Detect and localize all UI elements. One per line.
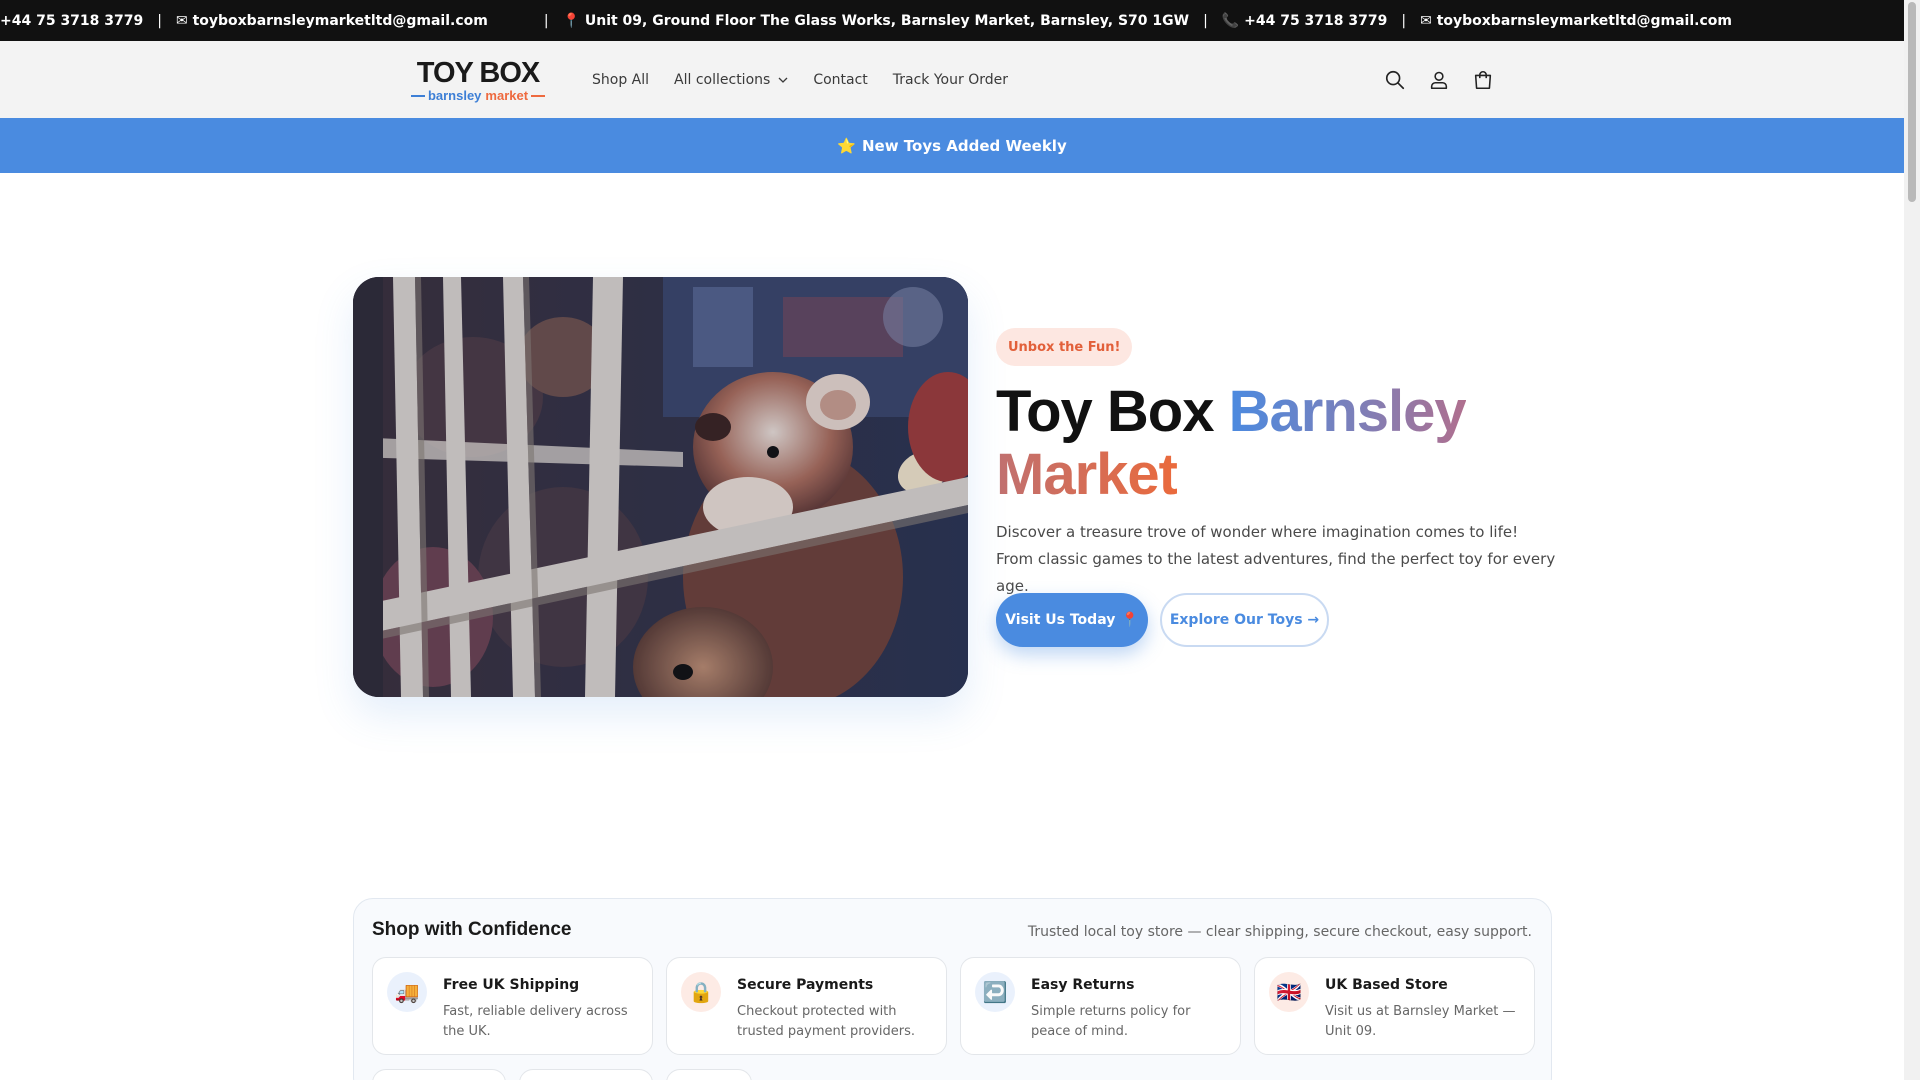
card-stub (666, 1069, 752, 1080)
visit-us-button[interactable]: Visit Us Today 📍 (996, 593, 1148, 647)
more-cards-row (372, 1069, 752, 1080)
hero-title-part: Market (996, 442, 1178, 507)
card-stub (372, 1069, 506, 1080)
nav-all-collections[interactable]: All collections (674, 72, 788, 88)
feature-card-title: UK Based Store (1325, 977, 1448, 993)
topbar-separator: | (1203, 12, 1208, 29)
feature-card-title: Secure Payments (737, 977, 874, 993)
store-logo[interactable]: TOY BOX barnsley market (408, 59, 548, 103)
hero-title: Toy Box Barnsley Market (996, 380, 1556, 506)
site-header: TOY BOX barnsley market Shop All All col… (0, 41, 1904, 118)
cart-icon[interactable] (1472, 69, 1494, 91)
feature-cards: 🚚 Free UK Shipping Fast, reliable delive… (372, 957, 1535, 1055)
logo-main-text: TOY BOX (416, 57, 540, 89)
search-icon[interactable] (1384, 69, 1406, 91)
hero-badge: Unbox the Fun! (996, 328, 1133, 366)
topbar-separator: | (157, 12, 162, 29)
confidence-subtitle: Trusted local toy store — clear shipping… (1027, 924, 1532, 940)
confidence-title: Shop with Confidence (372, 919, 572, 940)
main-nav: Shop All All collections Contact Track Y… (592, 41, 1033, 118)
topbar-phone[interactable]: +44 75 3718 3779 (0, 13, 143, 29)
topbar-email[interactable]: ✉ toyboxbarnsleymarketltd@gmail.com (1420, 13, 1732, 29)
feature-card-text: Checkout protected with trusted payment … (737, 1004, 916, 1039)
hero-description: Discover a treasure trove of wonder wher… (996, 523, 1556, 595)
hero-title-part: Toy Box (996, 379, 1229, 444)
pin-icon: 📍 (1121, 612, 1139, 628)
header-actions (1384, 41, 1494, 118)
logo-sub-word: market (485, 88, 529, 103)
logo-dash (531, 94, 545, 97)
lock-icon: 🔒 (681, 972, 721, 1012)
uk-flag-icon: 🇬🇧 (1269, 972, 1309, 1012)
feature-card-title: Easy Returns (1031, 977, 1135, 993)
nav-contact[interactable]: Contact (813, 72, 867, 88)
feature-card-payments: 🔒 Secure Payments Checkout protected wit… (666, 957, 947, 1055)
contact-strip: +44 75 3718 3779 | ✉ toyboxbarnsleymarke… (0, 0, 1904, 41)
feature-card-returns: ↩️ Easy Returns Simple returns policy fo… (960, 957, 1241, 1055)
feature-card-shipping: 🚚 Free UK Shipping Fast, reliable delive… (372, 957, 653, 1055)
topbar-address: 📍 Unit 09, Ground Floor The Glass Works,… (562, 12, 1190, 29)
star-icon: ⭐ (837, 136, 856, 155)
hero-image (353, 277, 968, 697)
promo-banner: ⭐ New Toys Added Weekly (0, 118, 1904, 173)
page-scrollbar[interactable] (1904, 0, 1920, 1080)
logo-dash (411, 94, 425, 97)
card-stub (519, 1069, 653, 1080)
feature-card-text: Visit us at Barnsley Market — Unit 09. (1325, 1004, 1516, 1039)
feature-card-title: Free UK Shipping (443, 977, 580, 993)
confidence-panel: Shop with Confidence Trusted local toy s… (353, 898, 1552, 1080)
chevron-down-icon (778, 77, 788, 83)
topbar-separator: | (1401, 12, 1407, 29)
scrollbar-thumb[interactable] (1908, 2, 1916, 202)
visit-us-label: Visit Us Today (1005, 612, 1116, 628)
feature-card-text: Simple returns policy for peace of mind. (1031, 1004, 1191, 1039)
hero-title-part: Barnsley (1228, 379, 1467, 444)
topbar-separator: | (543, 12, 549, 29)
return-arrow-icon: ↩️ (975, 972, 1015, 1012)
topbar-phone[interactable]: 📞 +44 75 3718 3779 (1222, 13, 1388, 29)
nav-track-order[interactable]: Track Your Order (893, 72, 1008, 88)
feature-card-text: Fast, reliable delivery across the UK. (443, 1004, 628, 1039)
account-icon[interactable] (1428, 69, 1450, 91)
teddy-window-illustration (353, 277, 968, 697)
logo-sub-word: barnsley (427, 88, 482, 103)
explore-toys-button[interactable]: Explore Our Toys → (1160, 593, 1329, 647)
promo-text: New Toys Added Weekly (861, 136, 1067, 155)
truck-icon: 🚚 (387, 972, 427, 1012)
nav-all-collections-label: All collections (674, 71, 771, 88)
nav-shop-all[interactable]: Shop All (592, 72, 649, 88)
topbar-email[interactable]: ✉ toyboxbarnsleymarketltd@gmail.com (176, 13, 488, 29)
feature-card-uk-store: 🇬🇧 UK Based Store Visit us at Barnsley M… (1254, 957, 1535, 1055)
logo-subtitle: barnsley market (408, 88, 548, 103)
